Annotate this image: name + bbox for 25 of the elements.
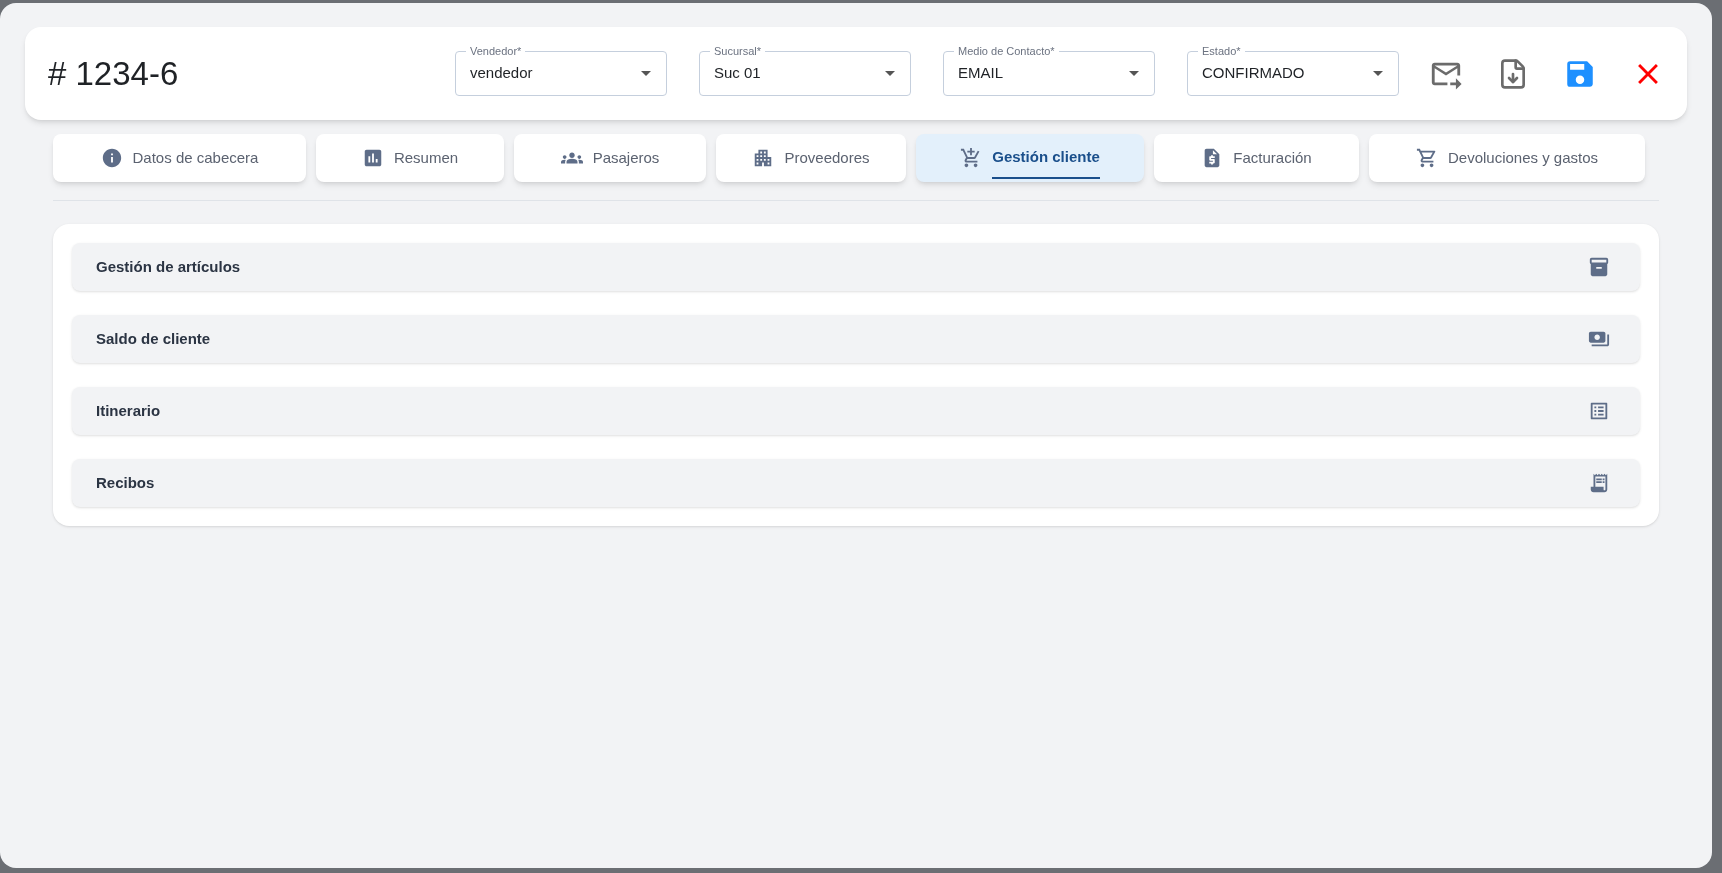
field-value: Suc 01 [714,63,762,84]
dropdown-caret-icon [1129,71,1139,76]
record-title: # 1234-6 [48,53,180,94]
archive-box-icon [1588,256,1610,278]
accordion-header[interactable]: Itinerario [72,387,1640,435]
field-value: CONFIRMADO [1202,63,1306,84]
accordion-header[interactable]: Saldo de cliente [72,315,1640,363]
dropdown-caret-icon [1373,71,1383,76]
info-icon [100,147,123,169]
tab[interactable]: Datos de cabecera [53,134,306,182]
dropdown-caret-icon [885,71,895,76]
tab[interactable]: Devoluciones y gastos [1369,134,1645,182]
list-icon [1588,400,1610,422]
cart-icon [1415,147,1438,169]
tab[interactable]: Facturación [1154,134,1359,182]
tab[interactable]: Gestión cliente [916,134,1144,182]
accordion-header[interactable]: Gestión de artículos [72,243,1640,291]
tab[interactable]: Proveedores [716,134,906,182]
receipt-icon [1588,472,1610,494]
field-value: EMAIL [958,63,1004,84]
tab[interactable]: Resumen [316,134,504,182]
field-value: vendedor [470,63,534,84]
tab[interactable]: Pasajeros [514,134,706,182]
accordion-header[interactable]: Recibos [72,459,1640,507]
dropdown-caret-icon [641,71,651,76]
